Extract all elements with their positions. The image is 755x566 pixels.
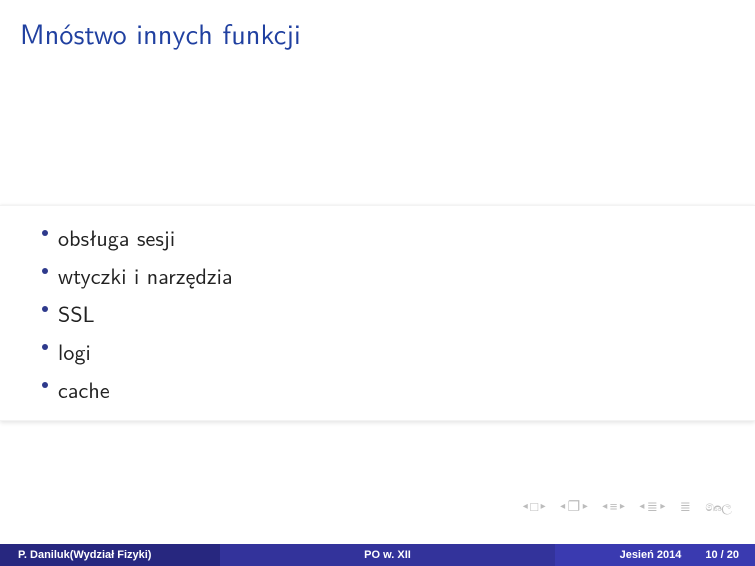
nav-prev-section-icon[interactable]: ◂❐▸ xyxy=(560,496,588,516)
footer-author: P. Daniluk(Wydział Fizyki) xyxy=(0,544,220,566)
footer-title: PO w. XII xyxy=(220,544,555,566)
nav-back-icon[interactable]: ෧෬ල xyxy=(705,496,731,516)
footer-pages: 10 / 20 xyxy=(697,549,755,561)
nav-first-icon[interactable]: ◂□▸ xyxy=(523,497,546,516)
footer-date: Jesień 2014 xyxy=(620,549,698,561)
slide-body: obsługa sesji wtyczki i narzędzia SSL lo… xyxy=(0,53,755,544)
nav-prev-slide-icon[interactable]: ◂≡▸ xyxy=(602,497,625,516)
nav-symbols[interactable]: ◂□▸ ◂❐▸ ◂≡▸ ◂≣▸ ≣ ෧෬ල xyxy=(523,496,731,516)
list-item: wtyczki i narzędzia xyxy=(42,256,755,294)
list-item: cache xyxy=(42,370,755,408)
slide: Mnóstwo innych funkcji obsługa sesji wty… xyxy=(0,0,755,566)
nav-next-slide-icon[interactable]: ◂≣▸ xyxy=(639,497,665,516)
bullet-list: obsługa sesji wtyczki i narzędzia SSL lo… xyxy=(0,216,755,410)
list-item: SSL xyxy=(42,294,755,332)
list-item: logi xyxy=(42,332,755,370)
slide-title: Mnóstwo innych funkcji xyxy=(0,0,755,53)
list-item: obsługa sesji xyxy=(42,218,755,256)
footer: P. Daniluk(Wydział Fizyki) PO w. XII Jes… xyxy=(0,544,755,566)
nav-structure-icon[interactable]: ≣ xyxy=(680,497,691,516)
content-block: obsługa sesji wtyczki i narzędzia SSL lo… xyxy=(0,205,755,421)
footer-right: Jesień 2014 10 / 20 xyxy=(555,544,755,566)
